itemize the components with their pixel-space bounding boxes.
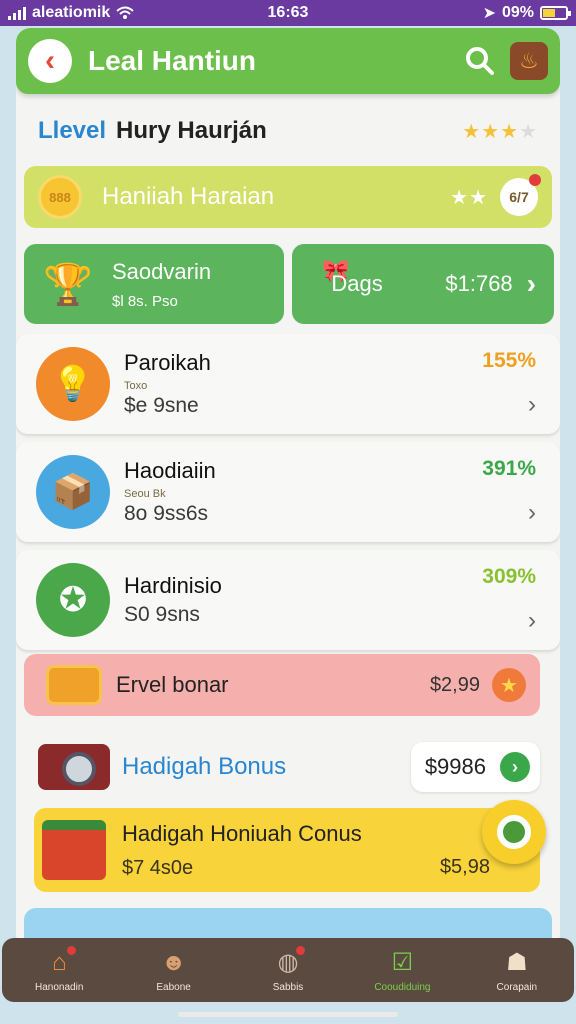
bonus-combo-value: $5,98 xyxy=(439,855,490,878)
nav-label: Corapain xyxy=(496,981,538,993)
back-icon: ‹ xyxy=(45,44,55,77)
reward-percent: 391% xyxy=(482,457,536,480)
badge-icon: ✪ xyxy=(36,563,110,637)
reward-item[interactable]: ✪ Hardinisio S0 9sns 309% › xyxy=(16,550,560,650)
star-button[interactable]: ★ xyxy=(492,668,526,702)
globe-icon: ◍ xyxy=(271,945,306,978)
trophy-card-subtitle: $l 8s. Pso xyxy=(112,292,178,310)
chest-icon xyxy=(46,665,102,705)
bonus-gift-value-pill[interactable]: $9986 › xyxy=(410,742,540,792)
bonus-level-bar[interactable]: Ervel bonar $2,99 ★ xyxy=(24,654,540,716)
reward-amount: 8o 9ss6s xyxy=(124,502,209,525)
reward-title: Paroikah xyxy=(124,350,211,375)
target-icon xyxy=(497,815,531,849)
daily-reward-stars: ★★ xyxy=(450,186,488,209)
back-button[interactable]: ‹ xyxy=(28,39,72,83)
battery-icon xyxy=(540,6,571,20)
home-indicator[interactable] xyxy=(178,1012,398,1017)
chevron-right-icon: › xyxy=(526,268,536,299)
carrier-name: aleatiomik xyxy=(32,4,111,21)
basket-icon[interactable]: ♨ xyxy=(510,42,548,80)
treasure-box-icon: 📦 xyxy=(36,455,110,529)
chevron-right-icon: › xyxy=(528,499,536,526)
reward-item[interactable]: 💡 Paroikah Toxo $e 9sne 155% › xyxy=(16,334,560,434)
search-icon xyxy=(466,47,494,75)
nav-item-globe[interactable]: ◍ Sabbis xyxy=(231,945,345,993)
wifi-icon xyxy=(116,6,134,19)
home-icon: ⌂ xyxy=(42,945,77,978)
daily-reward-bar[interactable]: 888 Haniiah Haraian ★★ 6/7 xyxy=(24,166,552,228)
star-icon: ★ xyxy=(500,674,518,697)
daily-reward-title: Haniiah Haraian xyxy=(102,183,275,210)
trophy-card-title: Saodvarin xyxy=(112,258,212,284)
friends-icon: ☻ xyxy=(160,948,187,976)
bonus-combo-title: Hadigah Honiuah Conus xyxy=(122,820,362,846)
signal-icon xyxy=(8,6,26,20)
reward-subtitle: Seou Bk xyxy=(124,488,166,500)
go-arrow-icon[interactable]: › xyxy=(500,752,530,782)
bonus-gift-title: Hadigah Bonus xyxy=(122,753,287,780)
trophy-card[interactable]: 🏆 Saodvarin $l 8s. Pso xyxy=(24,244,284,324)
reward-amount: S0 9sns xyxy=(124,603,200,626)
location-icon: ➤ xyxy=(482,5,496,22)
nav-item-home[interactable]: ⌂ Hanonadin xyxy=(2,945,116,993)
profile-icon: ☗ xyxy=(506,949,528,976)
bonus-level-title: Ervel bonar xyxy=(116,672,229,697)
status-bar: aleatiomik 16:63 ➤ 09% xyxy=(0,0,576,26)
main-panel: ‹ Leal Hantiun ♨ Llevel Hury Haurján ★★★… xyxy=(16,28,560,948)
days-label: Dags xyxy=(331,271,383,296)
bonus-level-value: $2,99 xyxy=(429,673,480,696)
bonus-gift-value: $9986 xyxy=(424,754,486,779)
days-card[interactable]: 🎀 Dags $1:768 › xyxy=(292,244,554,324)
chevron-right-icon: › xyxy=(528,607,536,634)
page-title: Leal Hantiun xyxy=(88,45,257,76)
trophy-icon: 🏆 xyxy=(43,262,93,307)
gift-bag-icon xyxy=(42,820,106,880)
bonus-combo-subtitle: $7 4s0e xyxy=(122,856,194,879)
nav-label: Eabone xyxy=(156,981,191,993)
checklist-icon: ☑ xyxy=(391,949,414,976)
reward-percent: 309% xyxy=(482,565,536,588)
bonus-gift-row[interactable]: Hadigah Bonus $9986 › xyxy=(16,728,560,806)
daily-reward-badge: 6/7 xyxy=(500,174,541,216)
reward-title: Haodiaiin xyxy=(124,458,216,483)
level-stars: ★★★★ xyxy=(462,120,538,143)
status-time: 16:63 xyxy=(267,4,309,21)
app-header: ‹ Leal Hantiun ♨ xyxy=(16,28,560,94)
reward-subtitle: Toxo xyxy=(124,380,148,392)
coin-icon: 888 xyxy=(38,175,82,219)
bonus-combo-card[interactable]: Hadigah Honiuah Conus $7 4s0e $5,98 xyxy=(34,808,540,892)
nav-label: Cooudiduing xyxy=(374,981,431,993)
reward-percent: 155% xyxy=(482,349,536,372)
level-row: Llevel Hury Haurján ★★★★ xyxy=(16,98,560,164)
reward-title: Hardinisio xyxy=(124,573,222,598)
chevron-right-icon: › xyxy=(528,391,536,418)
nav-label: Hanonadin xyxy=(35,981,84,993)
reward-item[interactable]: 📦 Haodiaiin Seou Bk 8o 9ss6s 391% › xyxy=(16,442,560,542)
camera-icon xyxy=(38,744,110,790)
reward-amount: $e 9sne xyxy=(124,394,199,417)
bottom-nav: ⌂ Hanonadin ☻ Eabone ◍ Sabbis ☑ Cooudidu… xyxy=(2,938,574,1002)
nav-item-profile[interactable]: ☗ Corapain xyxy=(460,948,574,993)
search-button[interactable] xyxy=(460,41,500,81)
nav-item-friends[interactable]: ☻ Eabone xyxy=(116,948,230,993)
lightbulb-icon: 💡 xyxy=(36,347,110,421)
battery-percent: 09% xyxy=(501,4,534,21)
nav-item-checklist[interactable]: ☑ Cooudiduing xyxy=(345,948,459,993)
nav-label: Sabbis xyxy=(272,981,304,993)
days-value: $1:768 xyxy=(445,271,513,296)
level-label: Llevel xyxy=(38,117,107,144)
floating-action-button[interactable] xyxy=(482,800,546,864)
level-name: Hury Haurján xyxy=(116,117,267,144)
